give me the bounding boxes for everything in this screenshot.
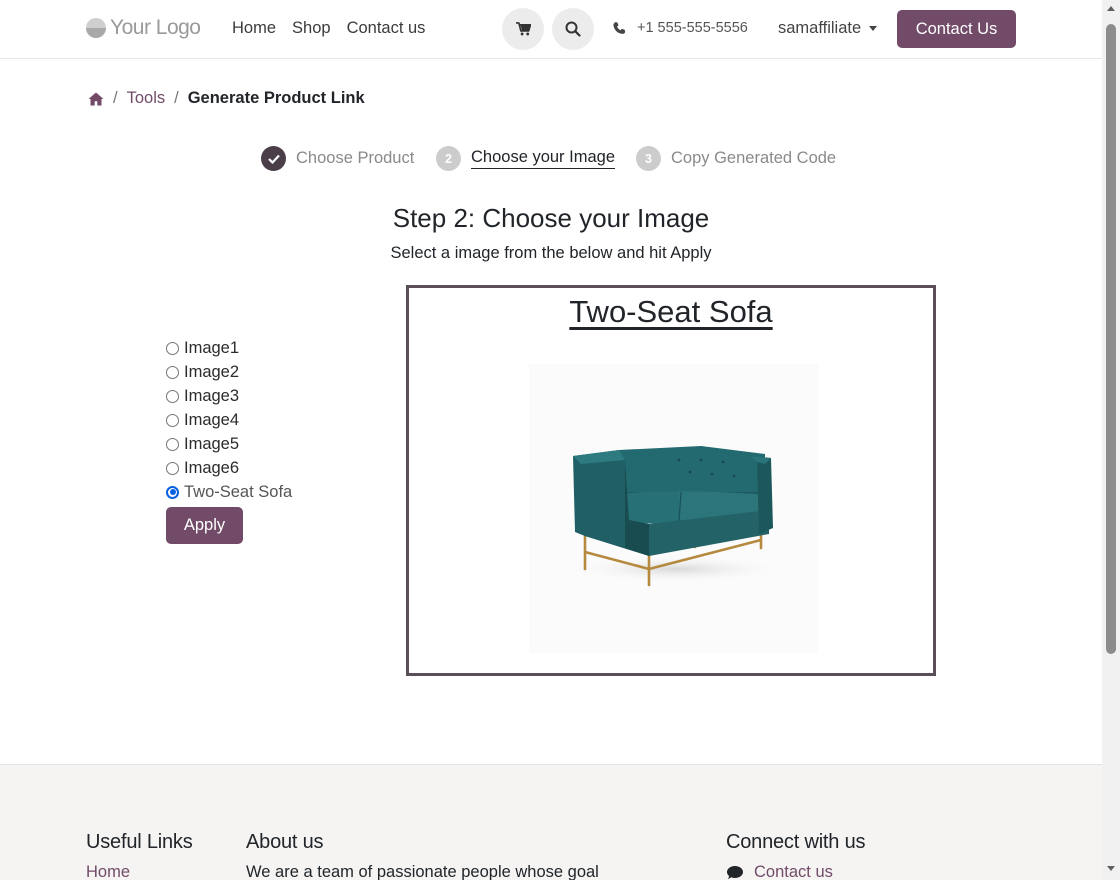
radio-button[interactable]	[166, 413, 179, 427]
footer-about-text: We are a team of passionate people whose…	[246, 863, 599, 880]
footer-about: About us We are a team of passionate peo…	[246, 831, 599, 880]
breadcrumb-tools[interactable]: Tools	[127, 89, 166, 108]
option-image5[interactable]: Image5	[166, 432, 292, 456]
radio-button[interactable]	[166, 365, 179, 379]
home-icon[interactable]	[88, 92, 104, 106]
option-two-seat-sofa[interactable]: Two-Seat Sofa	[166, 480, 292, 504]
page-subtitle: Select a image from the below and hit Ap…	[390, 244, 712, 262]
option-label: Image5	[184, 434, 240, 453]
option-label: Image6	[184, 458, 240, 477]
radio-button[interactable]	[166, 341, 179, 355]
image-options: Image1 Image2 Image3 Image4 Image5 Image…	[166, 336, 292, 544]
footer-link-contact[interactable]: Contact us	[726, 863, 865, 880]
scrollbar[interactable]	[1102, 0, 1120, 880]
option-image3[interactable]: Image3	[166, 384, 292, 408]
option-image4[interactable]: Image4	[166, 408, 292, 432]
option-label: Image3	[184, 386, 240, 405]
nav-shop[interactable]: Shop	[292, 19, 331, 38]
step-label: Copy Generated Code	[671, 149, 837, 167]
radio-button[interactable]	[166, 389, 179, 403]
breadcrumb-separator: /	[174, 89, 179, 107]
radio-button[interactable]	[166, 437, 179, 451]
scroll-down-icon[interactable]	[1107, 866, 1115, 871]
footer-heading: Connect with us	[726, 831, 866, 853]
header: Your Logo Home Shop Contact us +1 555-55…	[0, 0, 1102, 59]
search-icon	[565, 21, 581, 37]
nav-home[interactable]: Home	[232, 19, 276, 38]
step-number: 3	[636, 146, 661, 171]
main-nav: Home Shop Contact us	[232, 19, 425, 38]
breadcrumb-separator: /	[113, 89, 118, 107]
comment-icon	[727, 866, 743, 879]
radio-button[interactable]	[166, 461, 179, 475]
logo-icon	[86, 18, 106, 38]
scroll-up-icon[interactable]	[1107, 6, 1115, 11]
phone-number: +1 555-555-5556	[637, 20, 748, 36]
scrollbar-thumb[interactable]	[1106, 24, 1116, 654]
footer-link-home[interactable]: Home	[86, 863, 193, 880]
cart-icon	[515, 22, 531, 36]
step-label: Choose your Image	[471, 148, 615, 169]
footer-useful-links: Useful Links Home	[86, 831, 193, 880]
footer-heading: About us	[246, 831, 324, 853]
user-menu[interactable]: samaffiliate	[778, 19, 878, 38]
user-name: samaffiliate	[778, 19, 862, 37]
cart-button[interactable]	[502, 8, 544, 50]
step-number: 2	[436, 146, 461, 171]
step-label: Choose Product	[296, 149, 415, 167]
search-button[interactable]	[552, 8, 594, 50]
breadcrumb-current: Generate Product Link	[187, 89, 365, 107]
phone-link[interactable]: +1 555-555-5556	[612, 20, 748, 36]
sofa-image	[567, 446, 787, 587]
phone-icon	[613, 21, 626, 34]
footer: Useful Links Home About us We are a team…	[0, 764, 1102, 880]
radio-button-checked[interactable]	[166, 485, 179, 499]
step-choose-product[interactable]: Choose Product	[261, 146, 414, 171]
footer-connect: Connect with us Contact us	[726, 831, 865, 880]
caret-down-icon	[869, 26, 878, 31]
option-label: Image2	[184, 362, 240, 381]
logo-text: Your Logo	[110, 16, 201, 39]
page-title: Step 2: Choose your Image	[392, 203, 710, 233]
apply-button[interactable]: Apply	[166, 507, 243, 544]
contact-us-button[interactable]: Contact Us	[897, 10, 1016, 48]
preview-title: Two-Seat Sofa	[569, 294, 773, 329]
option-label: Image4	[184, 410, 240, 429]
nav-contact-us[interactable]: Contact us	[347, 19, 426, 38]
option-label: Two-Seat Sofa	[184, 482, 293, 501]
option-label: Image1	[184, 338, 240, 357]
option-image1[interactable]: Image1	[166, 336, 292, 360]
option-image6[interactable]: Image6	[166, 456, 292, 480]
logo[interactable]: Your Logo	[86, 16, 201, 40]
image-preview: Two-Seat Sofa	[406, 285, 936, 676]
breadcrumb: / Tools / Generate Product Link	[88, 89, 365, 108]
step-copy-code[interactable]: 3 Copy Generated Code	[636, 146, 836, 171]
product-image	[529, 364, 818, 653]
footer-link-label: Contact us	[754, 863, 833, 880]
option-image2[interactable]: Image2	[166, 360, 292, 384]
footer-heading: Useful Links	[86, 831, 193, 853]
step-choose-image[interactable]: 2 Choose your Image	[436, 146, 615, 171]
page: Your Logo Home Shop Contact us +1 555-55…	[0, 0, 1102, 880]
check-icon	[261, 146, 286, 171]
